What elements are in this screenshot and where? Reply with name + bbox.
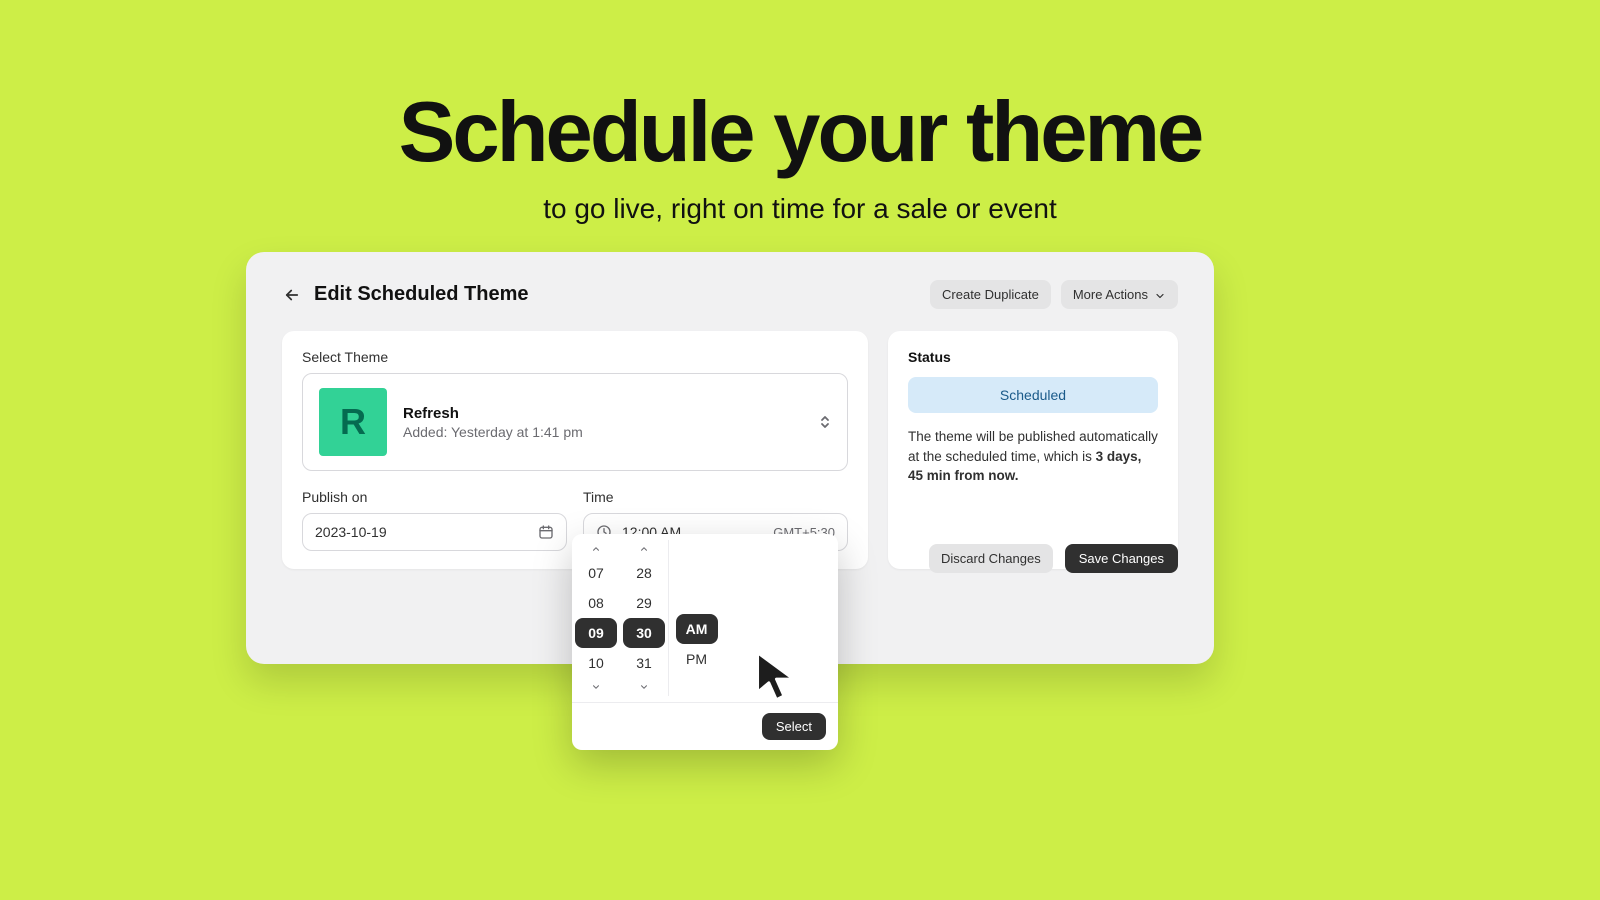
- minute-down-icon[interactable]: [639, 678, 649, 696]
- select-sorter-icon: [819, 413, 831, 431]
- select-theme-label: Select Theme: [302, 349, 848, 365]
- minute-up-icon[interactable]: [639, 540, 649, 558]
- select-button[interactable]: Select: [762, 713, 826, 740]
- theme-added: Added: Yesterday at 1:41 pm: [403, 424, 583, 440]
- minute-option[interactable]: 30: [623, 618, 665, 648]
- hour-down-icon[interactable]: [591, 678, 601, 696]
- status-label: Status: [908, 349, 1158, 365]
- status-badge: Scheduled: [908, 377, 1158, 413]
- hour-option[interactable]: 07: [575, 558, 617, 588]
- minute-option[interactable]: 31: [623, 648, 665, 678]
- ampm-option[interactable]: PM: [676, 644, 718, 674]
- page-title: Edit Scheduled Theme: [314, 283, 528, 306]
- time-label: Time: [583, 489, 848, 505]
- minute-option[interactable]: 28: [623, 558, 665, 588]
- publish-date-value: 2023-10-19: [315, 524, 528, 540]
- theme-thumbnail: R: [319, 388, 387, 456]
- more-actions-label: More Actions: [1073, 287, 1148, 302]
- theme-name: Refresh: [403, 405, 583, 422]
- hero-subtitle: to go live, right on time for a sale or …: [0, 193, 1600, 225]
- publish-date-input[interactable]: 2023-10-19: [302, 513, 567, 551]
- hour-up-icon[interactable]: [591, 540, 601, 558]
- time-picker-popover: 07080910 28293031 AMPM Select: [572, 534, 838, 750]
- publish-on-label: Publish on: [302, 489, 567, 505]
- hour-option[interactable]: 09: [575, 618, 617, 648]
- create-duplicate-button[interactable]: Create Duplicate: [930, 280, 1051, 309]
- hero-title: Schedule your theme: [0, 90, 1600, 175]
- status-card: Status Scheduled The theme will be publi…: [888, 331, 1178, 569]
- minute-option[interactable]: 29: [623, 588, 665, 618]
- status-text: The theme will be published automaticall…: [908, 427, 1158, 486]
- ampm-option[interactable]: AM: [676, 614, 718, 644]
- ampm-spinner: AMPM: [668, 540, 720, 696]
- minute-spinner: 28293031: [620, 540, 668, 696]
- calendar-icon: [538, 524, 554, 540]
- titlebar: Edit Scheduled Theme Create Duplicate Mo…: [282, 280, 1178, 309]
- theme-select[interactable]: R Refresh Added: Yesterday at 1:41 pm: [302, 373, 848, 471]
- chevron-down-icon: [1154, 290, 1166, 302]
- back-arrow-icon[interactable]: [282, 285, 302, 305]
- save-changes-button[interactable]: Save Changes: [1065, 544, 1178, 573]
- hour-spinner: 07080910: [572, 540, 620, 696]
- cursor-icon: [752, 649, 812, 714]
- hour-option[interactable]: 08: [575, 588, 617, 618]
- discard-changes-button[interactable]: Discard Changes: [929, 544, 1053, 573]
- more-actions-button[interactable]: More Actions: [1061, 280, 1178, 309]
- hour-option[interactable]: 10: [575, 648, 617, 678]
